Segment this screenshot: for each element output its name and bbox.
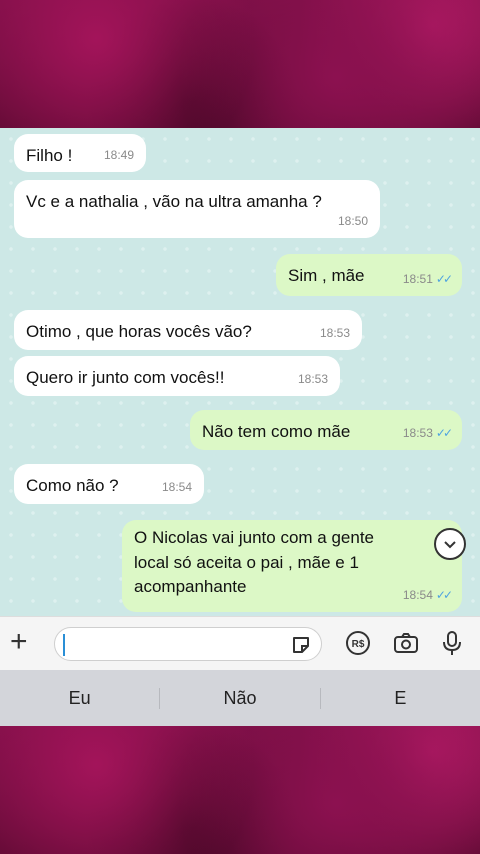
message-meta: 18:51 ✓✓	[402, 271, 453, 288]
chevron-down-icon[interactable]	[434, 528, 466, 560]
message-time: 18:54	[402, 587, 433, 602]
message-text: Não tem como mãe	[202, 422, 351, 441]
read-receipt-icon: ✓✓	[435, 587, 453, 602]
keyboard-suggestions: Eu Não E	[0, 670, 480, 726]
read-receipt-icon: ✓✓	[435, 426, 453, 441]
message-time: 18:53	[319, 326, 350, 341]
message-text: Vc e a nathalia , vão na ultra amanha ?	[26, 192, 322, 211]
message-bubble[interactable]: Como não ? 18:54	[14, 464, 204, 504]
suggestion-item[interactable]: Não	[160, 687, 321, 709]
microphone-icon[interactable]	[438, 629, 466, 657]
message-text-line: local só aceita o pai , mãe e 1	[134, 552, 359, 572]
message-meta: 18:53 ✓✓	[402, 425, 453, 442]
message-bubble[interactable]: Não tem como mãe 18:53 ✓✓	[190, 410, 462, 450]
chat-area[interactable]: Filho ! 18:49 Vc e a nathalia , vão na u…	[0, 128, 480, 616]
message-meta: 18:54 ✓✓	[402, 587, 453, 604]
message-bubble[interactable]: Vc e a nathalia , vão na ultra amanha ? …	[14, 180, 380, 238]
background-top	[0, 0, 480, 128]
message-time: 18:53	[402, 426, 433, 441]
message-text: Filho !	[26, 146, 73, 165]
suggestion-item[interactable]: Eu	[0, 687, 161, 709]
message-text: Quero ir junto com vocês!!	[26, 368, 225, 387]
message-bubble[interactable]: O Nicolas vai junto com a gente local só…	[122, 520, 462, 612]
background-bottom	[0, 726, 480, 854]
payment-icon[interactable]: R$	[344, 629, 372, 657]
suggestion-item[interactable]: E	[321, 688, 480, 709]
payment-label: R$	[352, 639, 365, 650]
read-receipt-icon: ✓✓	[435, 272, 453, 287]
message-text-line: O Nicolas vai junto com a gente	[134, 528, 375, 547]
message-text: Como não ?	[26, 476, 119, 495]
message-text: Otimo , que horas vocês vão?	[26, 322, 252, 341]
message-bubble[interactable]: Quero ir junto com vocês!! 18:53	[14, 356, 340, 396]
chat-screen: Filho ! 18:49 Vc e a nathalia , vão na u…	[0, 128, 480, 726]
message-bubble[interactable]: Otimo , que horas vocês vão? 18:53	[14, 310, 362, 350]
text-cursor	[63, 634, 65, 656]
message-time: 18:51	[402, 272, 433, 287]
message-time: 18:53	[297, 372, 328, 387]
message-composer: + R$	[0, 616, 480, 670]
message-input[interactable]	[54, 627, 322, 661]
plus-icon[interactable]: +	[10, 627, 28, 657]
sticker-icon[interactable]	[291, 635, 311, 655]
message-text: Sim , mãe	[288, 266, 365, 285]
message-bubble[interactable]: Sim , mãe 18:51 ✓✓	[276, 254, 462, 296]
message-time: 18:54	[161, 480, 192, 495]
message-time: 18:50	[337, 214, 368, 229]
message-time: 18:49	[103, 148, 134, 163]
camera-icon[interactable]	[392, 629, 420, 657]
message-bubble[interactable]: Filho ! 18:49	[14, 134, 146, 172]
